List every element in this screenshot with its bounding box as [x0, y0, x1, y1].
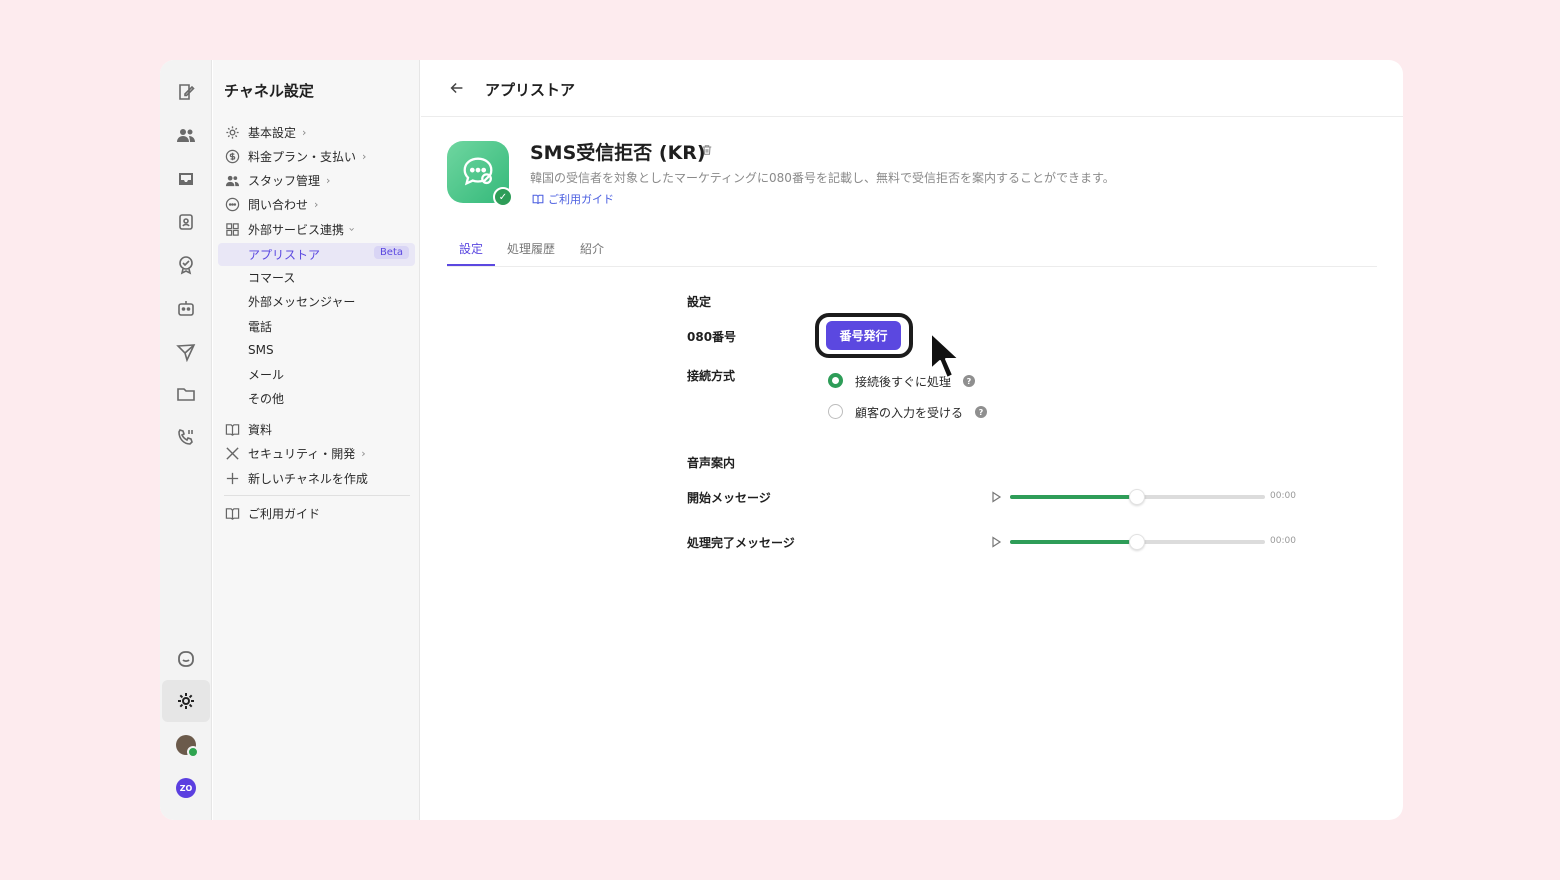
sidebar-item-plan-billing[interactable]: 料金プラン・支払い ›	[224, 145, 366, 167]
contact-card-icon[interactable]	[173, 209, 199, 235]
contacts-icon[interactable]	[173, 122, 199, 148]
completion-message-label: 処理完了メッセージ	[687, 536, 795, 550]
beta-badge: Beta	[373, 246, 409, 259]
sidebar-item-label: 外部サービス連携	[248, 222, 345, 237]
top-bar: アプリストア	[421, 60, 1403, 117]
book-icon	[224, 505, 240, 521]
settings-sidebar: チャネル設定 基本設定 › 料金プラン・支払い › スタッフ管理 › 問い合わせ…	[213, 60, 420, 820]
page-title: アプリストア	[485, 81, 576, 99]
chevron-right-icon: ›	[314, 197, 319, 211]
settings-section-title: 設定	[687, 295, 712, 309]
sidebar-item-inquiry[interactable]: 問い合わせ ›	[224, 193, 318, 215]
app-window: ZO チャネル設定 基本設定 › 料金プラン・支払い › スタッフ管理 › 問い…	[160, 60, 1403, 820]
chevron-right-icon: ›	[362, 149, 367, 163]
sidebar-item-basic-settings[interactable]: 基本設定 ›	[224, 121, 306, 143]
help-icon[interactable]: ?	[975, 406, 987, 418]
icon-rail: ZO	[160, 60, 212, 820]
sidebar-item-guide[interactable]: ご利用ガイド	[224, 502, 320, 524]
sidebar-subitem-sms[interactable]: SMS	[248, 339, 274, 361]
play-icon[interactable]	[990, 491, 1002, 503]
sidebar-item-label: 資料	[248, 422, 273, 437]
sidebar-subitem-app-store[interactable]: アプリストア Beta	[218, 243, 415, 266]
trash-icon[interactable]	[701, 141, 713, 160]
completion-message-slider-knob[interactable]	[1129, 534, 1145, 550]
sidebar-subitem-label: アプリストア	[248, 248, 321, 262]
settings-gear-icon[interactable]	[162, 680, 210, 722]
sidebar-item-label: 新しいチャネルを作成	[248, 471, 368, 486]
installed-check-icon: ✓	[493, 187, 513, 207]
completion-message-progress-fill	[1010, 540, 1130, 544]
start-message-slider-knob[interactable]	[1129, 489, 1145, 505]
guide-link-label: ご利用ガイド	[548, 193, 614, 206]
sidebar-divider	[224, 495, 410, 496]
sidebar-subitem-other[interactable]: その他	[248, 387, 284, 409]
number-label: 080番号	[687, 330, 737, 344]
sidebar-title: チャネル設定	[224, 82, 314, 100]
sidebar-item-label: 基本設定	[248, 125, 297, 140]
grid-icon	[224, 221, 240, 237]
tools-icon	[224, 445, 240, 461]
chevron-right-icon: ›	[361, 446, 366, 460]
sidebar-item-label: ご利用ガイド	[248, 506, 321, 521]
gear-icon	[224, 124, 240, 140]
sidebar-item-label: 料金プラン・支払い	[248, 149, 357, 164]
sidebar-item-integrations[interactable]: 外部サービス連携 ›	[224, 218, 359, 240]
start-message-progress-fill	[1010, 495, 1130, 499]
issue-number-button[interactable]: 番号発行	[826, 321, 901, 350]
users-icon	[224, 172, 240, 188]
book-icon	[224, 421, 240, 437]
start-message-label: 開始メッセージ	[687, 491, 771, 505]
tab-settings[interactable]: 設定	[459, 240, 483, 257]
start-message-time: 00:00	[1270, 491, 1296, 501]
workspace-logo[interactable]: ZO	[176, 778, 196, 798]
inbox-icon[interactable]	[173, 166, 199, 192]
sidebar-item-staff[interactable]: スタッフ管理 ›	[224, 169, 330, 191]
tab-bar: 設定 処理履歴 紹介	[447, 232, 1377, 267]
guide-link[interactable]: ご利用ガイド	[532, 191, 614, 207]
app-name: SMS受信拒否 (KR)	[530, 142, 706, 164]
radio-customer-input-label: 顧客の入力を受ける	[855, 406, 964, 420]
book-icon	[532, 194, 544, 205]
back-arrow-icon[interactable]	[447, 78, 467, 98]
sidebar-item-new-channel[interactable]: 新しいチャネルを作成	[224, 467, 368, 489]
bot-icon[interactable]	[173, 295, 199, 321]
sidebar-subitem-phone[interactable]: 電話	[248, 315, 272, 337]
badge-check-icon[interactable]	[173, 252, 199, 278]
chevron-down-icon: ›	[345, 226, 359, 232]
sidebar-item-label: 問い合わせ	[248, 197, 309, 212]
chat-icon	[224, 196, 240, 212]
sidebar-subitem-messenger[interactable]: 外部メッセンジャー	[248, 290, 355, 312]
completion-message-time: 00:00	[1270, 536, 1296, 546]
user-avatar[interactable]	[176, 735, 199, 758]
app-description: 韓国の受信者を対象としたマーケティングに080番号を記載し、無料で受信拒否を案内…	[530, 171, 1115, 185]
channel-talk-icon[interactable]	[173, 646, 199, 672]
play-icon[interactable]	[990, 536, 1002, 548]
chevron-right-icon: ›	[302, 125, 307, 139]
compose-icon[interactable]	[173, 79, 199, 105]
mouse-cursor-icon	[930, 332, 960, 379]
sidebar-item-resources[interactable]: 資料	[224, 418, 272, 440]
plus-icon	[224, 470, 240, 486]
sidebar-subitem-commerce[interactable]: コマース	[248, 266, 295, 288]
dollar-icon	[224, 148, 240, 164]
tab-history[interactable]: 処理履歴	[507, 240, 555, 257]
main-content: アプリストア ✓ SMS受信拒否 (KR) 韓国の受信者を対象としたマーケティン…	[421, 60, 1403, 820]
help-icon[interactable]: ?	[963, 375, 975, 387]
phone-call-icon[interactable]	[173, 424, 199, 450]
voice-section-title: 音声案内	[687, 456, 736, 470]
sidebar-item-security-dev[interactable]: セキュリティ・開発 ›	[224, 442, 366, 464]
sidebar-subitem-email[interactable]: メール	[248, 363, 284, 385]
sidebar-item-label: セキュリティ・開発	[248, 446, 356, 461]
folder-icon[interactable]	[173, 381, 199, 407]
send-icon[interactable]	[173, 339, 199, 365]
radio-customer-input[interactable]	[828, 404, 843, 419]
chevron-right-icon: ›	[326, 173, 331, 187]
sidebar-item-label: スタッフ管理	[248, 173, 321, 188]
active-tab-indicator	[447, 264, 495, 266]
connection-method-label: 接続方式	[687, 369, 736, 383]
radio-immediate[interactable]	[828, 373, 843, 388]
tab-introduction[interactable]: 紹介	[580, 240, 604, 257]
